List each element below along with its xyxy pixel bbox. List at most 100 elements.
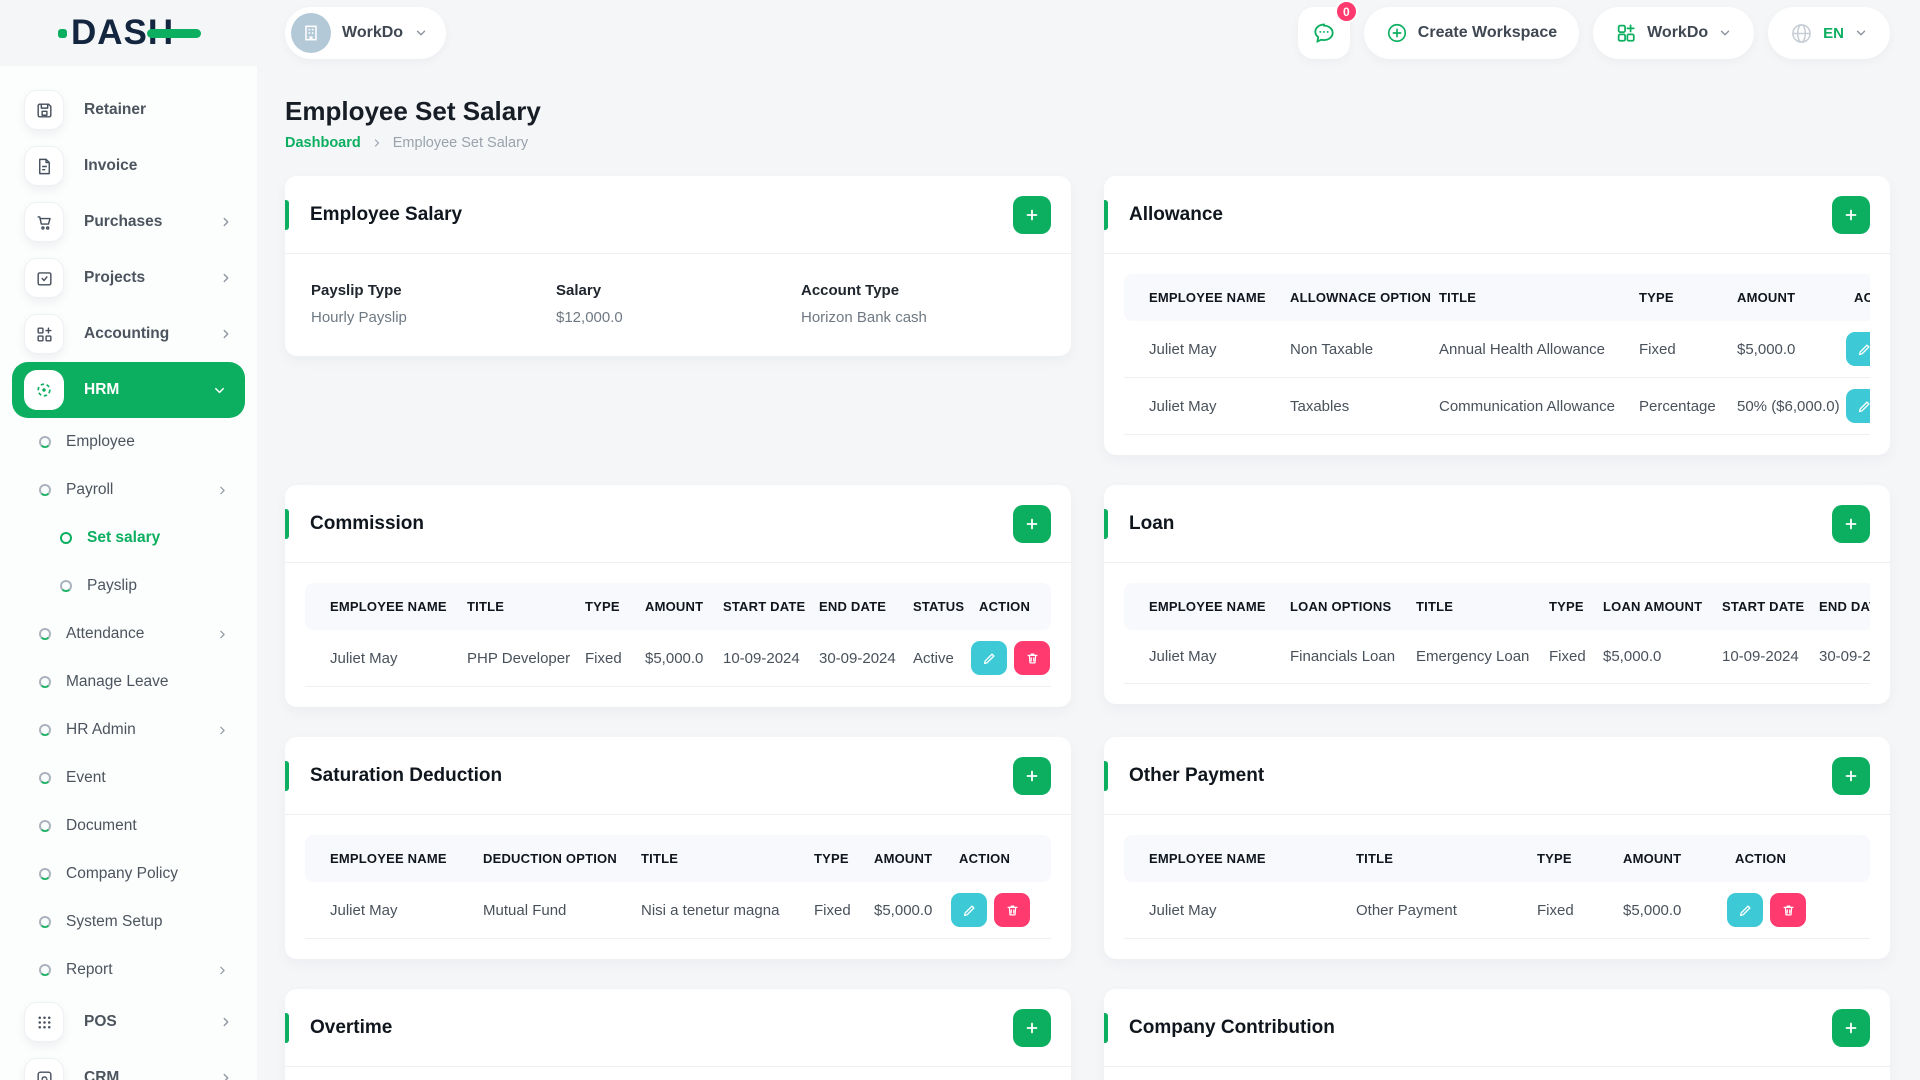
- table-header-row: EMPLOYEE NAME ALLOWNACE OPTION TITLE TYP…: [1124, 274, 1870, 321]
- language-selector[interactable]: EN: [1768, 7, 1890, 59]
- card-title: Commission: [310, 512, 425, 534]
- workspace-name: WorkDo: [342, 24, 404, 41]
- sidebar-item-accounting[interactable]: Accounting: [0, 306, 257, 362]
- plus-icon: [1026, 770, 1038, 781]
- hrm-hub-icon: [24, 370, 64, 410]
- card-title: Other Payment: [1129, 764, 1265, 786]
- create-workspace-button[interactable]: Create Workspace: [1363, 7, 1580, 59]
- loan-card: Loan EMPLOYEE NAME LOAN OPTIONS TITLE TY…: [1104, 485, 1890, 704]
- check-square-icon: [24, 258, 64, 298]
- invoice-file-icon: [24, 146, 64, 186]
- add-button[interactable]: [1832, 195, 1870, 234]
- dots-grid-icon: [24, 1002, 64, 1042]
- sidebar-item-attendance[interactable]: Attendance: [0, 610, 257, 658]
- sidebar-item-payroll[interactable]: Payroll: [0, 466, 257, 514]
- add-button[interactable]: [1013, 195, 1051, 234]
- topbar-actions: 0 Create Workspace WorkDo EN: [1297, 0, 1890, 59]
- crm-icon: [24, 1058, 64, 1080]
- edit-button[interactable]: [1846, 332, 1870, 366]
- bullet-icon: [60, 532, 72, 544]
- add-button[interactable]: [1832, 1008, 1870, 1047]
- sidebar-item-purchases[interactable]: Purchases: [0, 194, 257, 250]
- table-header-row: EMPLOYEE NAME TITLE TYPE AMOUNT START DA…: [305, 583, 1051, 630]
- other-payment-table: EMPLOYEE NAME TITLE TYPE AMOUNT ACTION J…: [1124, 835, 1870, 939]
- sidebar-item-event[interactable]: Event: [0, 754, 257, 802]
- allowance-card: Allowance EMPLOYEE NAME ALLOWNACE OPTION…: [1104, 176, 1890, 455]
- chevron-right-icon: [219, 271, 233, 285]
- edit-button[interactable]: [1727, 893, 1763, 927]
- chevron-down-icon: [414, 26, 428, 40]
- pencil-icon: [1739, 905, 1750, 916]
- trash-icon: [1007, 905, 1017, 915]
- sidebar-item-retainer[interactable]: Retainer: [0, 82, 257, 138]
- chevron-right-icon: [219, 1015, 233, 1029]
- plus-icon: [1845, 518, 1857, 529]
- sidebar-item-employee[interactable]: Employee: [0, 418, 257, 466]
- sidebar-item-payslip[interactable]: Payslip: [0, 562, 257, 610]
- messages-badge: 0: [1334, 0, 1358, 23]
- sidebar-item-company-policy[interactable]: Company Policy: [0, 850, 257, 898]
- other-payment-card: Other Payment EMPLOYEE NAME TITLE TYPE A…: [1104, 737, 1890, 959]
- chat-icon: [1314, 23, 1334, 43]
- bullet-icon: [39, 628, 51, 640]
- sidebar-item-projects[interactable]: Projects: [0, 250, 257, 306]
- apps-menu-button[interactable]: WorkDo: [1593, 7, 1755, 59]
- sidebar-item-invoice[interactable]: Invoice: [0, 138, 257, 194]
- plus-icon: [1026, 518, 1038, 529]
- breadcrumb-dashboard-link[interactable]: Dashboard: [285, 135, 361, 151]
- edit-button[interactable]: [951, 893, 987, 927]
- table-row: Juliet May PHP Developer Fixed $5,000.0 …: [305, 630, 1051, 687]
- card-title: Saturation Deduction: [310, 764, 503, 786]
- salary-field: Salary $12,000.0: [556, 282, 623, 326]
- bullet-icon: [39, 820, 51, 832]
- sidebar-item-hrm[interactable]: HRM: [12, 362, 245, 418]
- bullet-icon: [39, 484, 51, 496]
- bullet-icon: [39, 772, 51, 784]
- edit-button[interactable]: [971, 641, 1007, 675]
- sidebar-item-system-setup[interactable]: System Setup: [0, 898, 257, 946]
- plus-icon: [1845, 1022, 1857, 1033]
- pencil-icon: [1858, 344, 1869, 355]
- messages-button[interactable]: 0: [1297, 0, 1358, 59]
- retainer-save-icon: [24, 90, 64, 130]
- grid-plus-icon: [1615, 22, 1637, 44]
- sidebar-item-hr-admin[interactable]: HR Admin: [0, 706, 257, 754]
- sidebar-item-set-salary[interactable]: Set salary: [0, 514, 257, 562]
- sidebar-item-pos[interactable]: POS: [0, 994, 257, 1050]
- add-button[interactable]: [1013, 504, 1051, 543]
- pencil-icon: [963, 905, 974, 916]
- sidebar-item-document[interactable]: Document: [0, 802, 257, 850]
- add-button[interactable]: [1013, 756, 1051, 795]
- sidebar-item-crm[interactable]: CRM: [0, 1050, 257, 1080]
- delete-button[interactable]: [1770, 893, 1806, 927]
- card-title: Loan: [1129, 512, 1175, 534]
- account-type-field: Account Type Horizon Bank cash: [801, 282, 927, 326]
- breadcrumb-current: Employee Set Salary: [392, 135, 529, 151]
- workspace-switcher[interactable]: WorkDo: [285, 7, 447, 59]
- saturation-deduction-card: Saturation Deduction EMPLOYEE NAME DEDUC…: [285, 737, 1071, 959]
- chevron-right-icon: [216, 484, 229, 497]
- main-content: Employee Set Salary Dashboard Employee S…: [257, 66, 1920, 1080]
- topbar: DASH WorkDo 0 Create Workspace WorkDo EN: [0, 0, 1920, 66]
- globe-icon: [1790, 22, 1813, 45]
- overtime-card: Overtime: [285, 989, 1071, 1080]
- payslip-type-field: Payslip Type Hourly Payslip: [311, 282, 407, 326]
- bullet-icon: [39, 868, 51, 880]
- delete-button[interactable]: [1014, 641, 1050, 675]
- plus-icon: [1026, 209, 1038, 220]
- add-button[interactable]: [1013, 1008, 1051, 1047]
- table-header-row: EMPLOYEE NAME DEDUCTION OPTION TITLE TYP…: [305, 835, 1051, 882]
- add-button[interactable]: [1832, 756, 1870, 795]
- plus-icon: [1845, 209, 1857, 220]
- bullet-icon: [39, 964, 51, 976]
- table-header-row: EMPLOYEE NAME LOAN OPTIONS TITLE TYPE LO…: [1124, 583, 1870, 630]
- chevron-right-icon: [216, 964, 229, 977]
- add-button[interactable]: [1832, 504, 1870, 543]
- edit-button[interactable]: [1846, 389, 1870, 423]
- employee-salary-card: Employee Salary Payslip Type Hourly Pays…: [285, 176, 1071, 356]
- table-row: Juliet May Non Taxable Annual Health All…: [1124, 321, 1870, 378]
- table-row: Juliet May Financials Loan Emergency Loa…: [1124, 630, 1870, 684]
- sidebar-item-manage-leave[interactable]: Manage Leave: [0, 658, 257, 706]
- delete-button[interactable]: [994, 893, 1030, 927]
- sidebar-item-report[interactable]: Report: [0, 946, 257, 994]
